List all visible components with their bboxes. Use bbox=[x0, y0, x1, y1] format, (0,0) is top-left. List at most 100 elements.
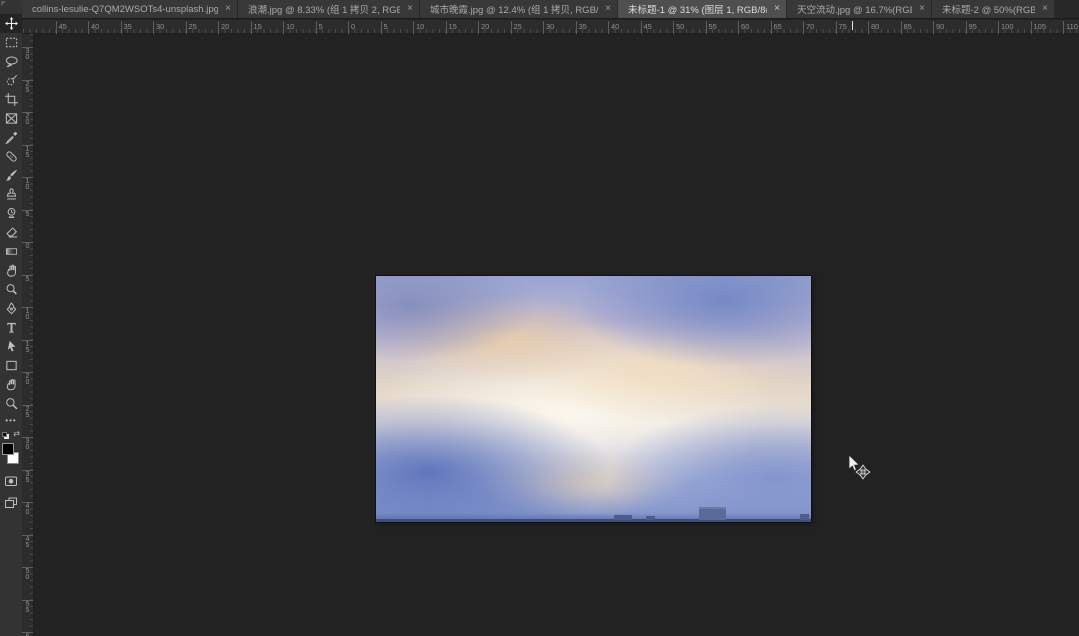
path-selection-tool-icon bbox=[7, 340, 15, 352]
rectangular-marquee-tool[interactable] bbox=[0, 33, 22, 52]
photoshop-window: collins-lesulie-Q7QM2WSOTs4-unsplash.jpg… bbox=[0, 0, 1079, 636]
ruler-tick-label: 45 bbox=[22, 534, 33, 549]
ruler-tick-label: 95 bbox=[965, 21, 977, 34]
horizontal-ruler[interactable]: 45 40 35 30 25 20 15 10 5 0 5 10 15 20 25 30 35 40 45 50 55 6… bbox=[22, 20, 1079, 34]
tab-close-icon[interactable]: × bbox=[407, 4, 413, 14]
ruler-cursor-marker bbox=[852, 21, 853, 30]
document-tab-4[interactable]: 未标题-1 @ 31% (图层 1, RGB/8#) * × bbox=[618, 0, 786, 18]
foreground-color-swatch[interactable] bbox=[2, 443, 14, 455]
move-tool-icon bbox=[4, 17, 18, 30]
document-tab-2[interactable]: 浪潮.jpg @ 8.33% (组 1 拷贝 2, RGB/... × bbox=[238, 0, 419, 18]
ruler-tick-label: 30 bbox=[153, 21, 164, 34]
lasso-tool[interactable] bbox=[0, 52, 22, 71]
document-tab-1[interactable]: collins-lesulie-Q7QM2WSOTs4-unsplash.jpg… bbox=[22, 0, 237, 18]
pen-tool[interactable] bbox=[0, 299, 22, 318]
ruler-tick-label: 55 bbox=[705, 21, 717, 34]
ruler-tick-label: 20 bbox=[22, 372, 33, 386]
ruler-tick-label: 20 bbox=[478, 21, 489, 34]
document-tab-3[interactable]: 城市晚霞.jpg @ 12.4% (组 1 拷贝, RGB/8... × bbox=[420, 0, 617, 18]
hand-tool-icon bbox=[6, 378, 16, 391]
canvas-pasteboard[interactable] bbox=[34, 34, 1079, 636]
edit-toolbar-button[interactable]: ••• bbox=[0, 417, 22, 427]
zoom-tool[interactable] bbox=[0, 394, 22, 413]
ruler-tick-label: 20 bbox=[22, 112, 33, 126]
history-brush-tool[interactable] bbox=[0, 204, 22, 223]
quick-selection-tool-icon bbox=[6, 74, 17, 86]
ruler-tick-label: 5 bbox=[22, 274, 33, 283]
ruler-tick-label: 55 bbox=[22, 599, 33, 614]
vertical-ruler[interactable]: 30252015105051015202530354045505560 bbox=[22, 34, 34, 636]
ruler-tick-label: 15 bbox=[22, 339, 33, 354]
document-tab-5[interactable]: 天空流动.jpg @ 16.7%(RGB/... × bbox=[787, 0, 931, 18]
ruler-tick-label: 10 bbox=[283, 21, 294, 34]
screen-mode-icon bbox=[5, 497, 17, 508]
ruler-tick-label: 50 bbox=[673, 21, 684, 34]
tab-close-icon[interactable]: × bbox=[774, 4, 780, 14]
brush-tool[interactable] bbox=[0, 166, 22, 185]
tab-label: 天空流动.jpg @ 16.7%(RGB/... bbox=[797, 5, 912, 16]
ruler-tick-label: 25 bbox=[510, 21, 522, 34]
ruler-tick-label: 10 bbox=[413, 21, 424, 34]
ruler-tick-label: 75 bbox=[835, 21, 847, 34]
building-silhouette bbox=[699, 507, 726, 520]
default-colors-icon[interactable] bbox=[2, 432, 7, 437]
eraser-tool-icon bbox=[5, 227, 17, 238]
collapse-tools-icon[interactable] bbox=[1, 1, 6, 6]
ruler-tick-label: 90 bbox=[933, 21, 944, 34]
dodge-tool[interactable] bbox=[0, 280, 22, 299]
tab-label: 浪潮.jpg @ 8.33% (组 1 拷贝 2, RGB/... bbox=[248, 5, 401, 16]
screen-mode-button[interactable] bbox=[0, 493, 22, 512]
clone-stamp-tool-icon bbox=[6, 188, 16, 200]
smudge-tool[interactable] bbox=[0, 261, 22, 280]
eyedropper-tool[interactable] bbox=[0, 128, 22, 147]
ruler-tick-label: 105 bbox=[1030, 21, 1046, 34]
ruler-tick-label: 110 bbox=[1063, 21, 1078, 34]
move-tool[interactable] bbox=[0, 14, 22, 33]
type-tool[interactable] bbox=[0, 318, 22, 337]
document-tab-6[interactable]: 未标题-2 @ 50%(RGB/... × bbox=[932, 0, 1054, 18]
tab-close-icon[interactable]: × bbox=[919, 4, 925, 14]
tab-close-icon[interactable]: × bbox=[605, 4, 611, 14]
tools-panel: ••• ⇄ bbox=[0, 0, 22, 636]
frame-tool[interactable] bbox=[0, 109, 22, 128]
tab-label: collins-lesulie-Q7QM2WSOTs4-unsplash.jpg… bbox=[32, 3, 219, 15]
ruler-tick-label: 5 bbox=[22, 209, 33, 218]
ruler-tick-label: 25 bbox=[22, 404, 33, 419]
eraser-tool[interactable] bbox=[0, 223, 22, 242]
quick-mask-button[interactable] bbox=[0, 471, 22, 490]
gradient-tool[interactable] bbox=[0, 242, 22, 261]
tab-label: 未标题-2 @ 50%(RGB/... bbox=[942, 5, 1036, 16]
brush-tool-icon bbox=[5, 169, 17, 181]
tab-label: 城市晚霞.jpg @ 12.4% (组 1 拷贝, RGB/8... bbox=[430, 5, 599, 16]
ruler-tick-label: 10 bbox=[22, 307, 33, 321]
tab-close-icon[interactable]: × bbox=[225, 4, 231, 14]
ruler-tick-label: 15 bbox=[22, 144, 33, 159]
swap-colors-icon[interactable]: ⇄ bbox=[13, 430, 20, 438]
rectangle-tool[interactable] bbox=[0, 356, 22, 375]
ruler-tick-label: 15 bbox=[445, 21, 457, 34]
ruler-tick-label: 40 bbox=[22, 502, 33, 516]
ruler-tick-label: 10 bbox=[22, 177, 33, 191]
ruler-tick-label: 30 bbox=[22, 437, 33, 451]
document-canvas[interactable] bbox=[376, 276, 811, 522]
path-selection-tool[interactable] bbox=[0, 337, 22, 356]
ruler-tick-label: 45 bbox=[640, 21, 652, 34]
crop-tool[interactable] bbox=[0, 90, 22, 109]
clone-stamp-tool[interactable] bbox=[0, 185, 22, 204]
ruler-tick-label: 30 bbox=[22, 47, 33, 61]
rectangular-marquee-tool-icon bbox=[5, 37, 17, 48]
quick-mask-icon bbox=[5, 476, 17, 486]
hand-tool[interactable] bbox=[0, 375, 22, 394]
horizon-strip bbox=[376, 519, 811, 522]
eyedropper-tool-icon bbox=[5, 131, 17, 144]
tab-close-icon[interactable]: × bbox=[1042, 4, 1048, 14]
ruler-tick-label: 85 bbox=[900, 21, 912, 34]
ruler-tick-label: 50 bbox=[22, 567, 33, 581]
ruler-tick-label: 20 bbox=[218, 21, 229, 34]
spot-healing-brush-tool[interactable] bbox=[0, 147, 22, 166]
quick-selection-tool[interactable] bbox=[0, 71, 22, 90]
type-tool-icon bbox=[6, 322, 16, 333]
ruler-tick-label: 100 bbox=[998, 21, 1014, 34]
ruler-tick-label: 15 bbox=[250, 21, 262, 34]
ruler-tick-label: 40 bbox=[88, 21, 99, 34]
